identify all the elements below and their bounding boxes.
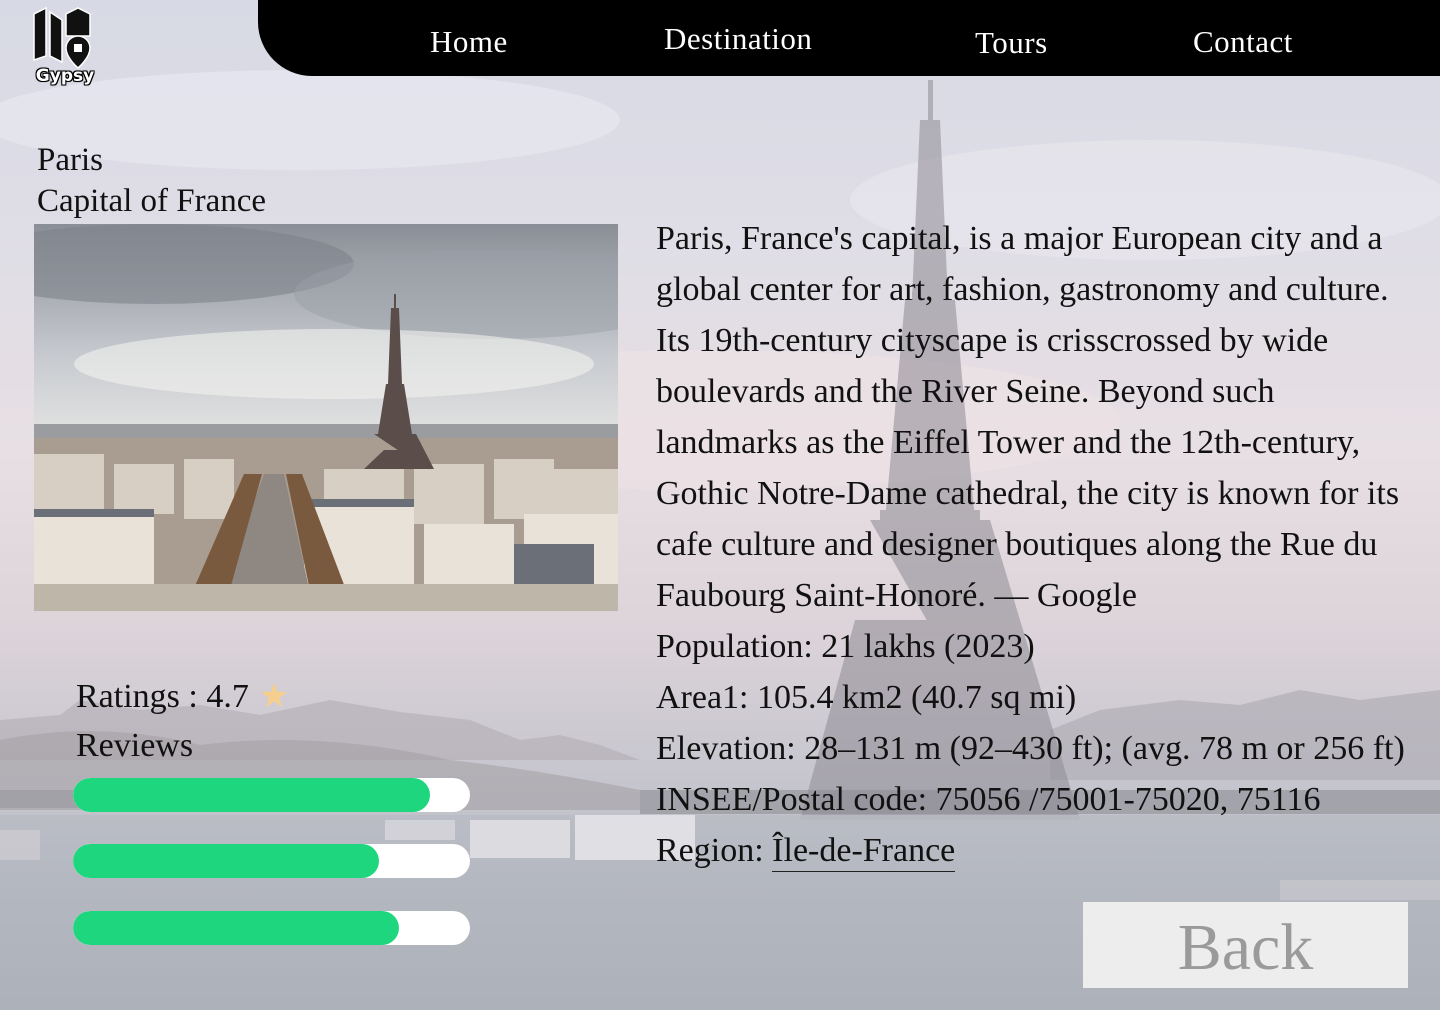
city-subtitle: Capital of France bbox=[37, 183, 267, 219]
reviews-label: Reviews bbox=[76, 727, 194, 764]
city-description: Paris, France's capital, is a major Euro… bbox=[656, 220, 1400, 614]
ratings-label: Ratings : 4.7 bbox=[76, 678, 249, 715]
nav-home[interactable]: Home bbox=[430, 24, 508, 60]
city-info: Paris, France's capital, is a major Euro… bbox=[656, 213, 1420, 876]
fact-elevation: Elevation: 28–131 m (92–430 ft); (avg. 7… bbox=[656, 730, 1405, 767]
region-link[interactable]: Île-de-France bbox=[772, 832, 956, 872]
top-navbar: Home Destination Tours Contact bbox=[258, 0, 1440, 76]
region-label: Region: bbox=[656, 832, 773, 869]
review-bar-3 bbox=[73, 911, 470, 945]
brand-name: Gypsy bbox=[35, 66, 95, 86]
review-bar-2 bbox=[73, 844, 470, 878]
review-bar-fill bbox=[73, 911, 399, 945]
back-button[interactable]: Back bbox=[1083, 902, 1408, 988]
ratings-row: Ratings : 4.7 ★ bbox=[76, 676, 289, 716]
brand-logo[interactable]: Gypsy bbox=[30, 6, 100, 92]
city-heading: Paris Capital of France bbox=[37, 140, 266, 222]
city-name: Paris bbox=[37, 142, 103, 178]
nav-contact[interactable]: Contact bbox=[1193, 24, 1293, 60]
city-photo bbox=[34, 224, 618, 611]
map-pin-building-icon bbox=[33, 6, 91, 69]
fact-region: Region: Île-de-France bbox=[656, 825, 1420, 876]
fact-postal-code: INSEE/Postal code: 75056 /75001-75020, 7… bbox=[656, 781, 1321, 818]
fact-population: Population: 21 lakhs (2023) bbox=[656, 628, 1035, 665]
review-bar-fill bbox=[73, 778, 431, 812]
star-icon: ★ bbox=[258, 676, 290, 716]
review-bar-fill bbox=[73, 844, 379, 878]
fact-area: Area1: 105.4 km2 (40.7 sq mi) bbox=[656, 679, 1077, 716]
nav-destination[interactable]: Destination bbox=[664, 21, 812, 57]
nav-tours[interactable]: Tours bbox=[975, 25, 1048, 61]
review-bar-1 bbox=[73, 778, 470, 812]
